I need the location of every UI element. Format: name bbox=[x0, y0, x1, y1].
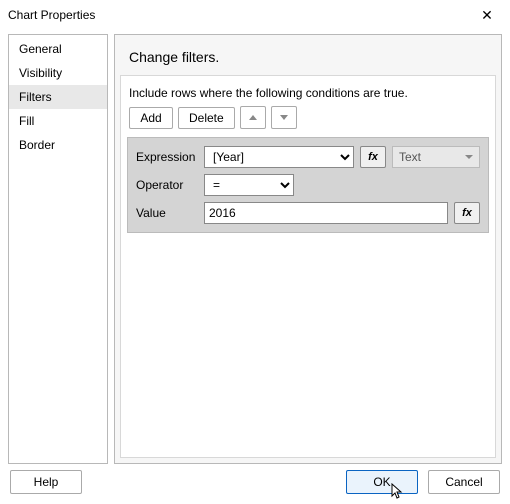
type-value: Text bbox=[399, 150, 421, 164]
cancel-button[interactable]: Cancel bbox=[428, 470, 500, 494]
help-button[interactable]: Help bbox=[10, 470, 82, 494]
value-fx-button[interactable]: fx bbox=[454, 202, 480, 224]
arrow-down-icon bbox=[280, 115, 288, 120]
filter-toolbar: Add Delete bbox=[121, 106, 495, 137]
operator-row: Operator = bbox=[136, 174, 480, 196]
operator-select[interactable]: = bbox=[204, 174, 294, 196]
move-down-button[interactable] bbox=[271, 106, 297, 129]
sidebar-item-fill[interactable]: Fill bbox=[9, 109, 107, 133]
ok-button[interactable]: OK bbox=[346, 470, 418, 494]
operator-label: Operator bbox=[136, 178, 198, 192]
close-icon[interactable]: ✕ bbox=[472, 0, 502, 30]
sidebar-item-filters[interactable]: Filters bbox=[9, 85, 107, 109]
panel-heading: Change filters. bbox=[115, 35, 501, 75]
type-dropdown[interactable]: Text bbox=[392, 146, 480, 168]
filter-form: Expression [Year] fx Text Operator = bbox=[127, 137, 489, 233]
ok-label: OK bbox=[373, 475, 390, 489]
value-input[interactable] bbox=[204, 202, 448, 224]
add-button[interactable]: Add bbox=[129, 107, 173, 129]
sidebar-item-general[interactable]: General bbox=[9, 37, 107, 61]
instruction-text: Include rows where the following conditi… bbox=[121, 76, 495, 106]
expression-row: Expression [Year] fx Text bbox=[136, 146, 480, 168]
window-title: Chart Properties bbox=[8, 8, 95, 22]
arrow-up-icon bbox=[249, 115, 257, 120]
sidebar: General Visibility Filters Fill Border bbox=[8, 34, 108, 464]
filter-area: Include rows where the following conditi… bbox=[120, 75, 496, 458]
value-label: Value bbox=[136, 206, 198, 220]
expression-label: Expression bbox=[136, 150, 198, 164]
empty-area bbox=[121, 233, 495, 457]
cursor-icon bbox=[391, 483, 405, 501]
expression-select[interactable]: [Year] bbox=[204, 146, 354, 168]
chevron-down-icon bbox=[465, 155, 473, 159]
dialog-footer: Help OK Cancel bbox=[0, 464, 510, 500]
move-up-button[interactable] bbox=[240, 106, 266, 129]
sidebar-item-border[interactable]: Border bbox=[9, 133, 107, 157]
dialog-content: General Visibility Filters Fill Border C… bbox=[0, 30, 510, 464]
main-panel: Change filters. Include rows where the f… bbox=[114, 34, 502, 464]
expression-fx-button[interactable]: fx bbox=[360, 146, 386, 168]
value-row: Value fx bbox=[136, 202, 480, 224]
delete-button[interactable]: Delete bbox=[178, 107, 235, 129]
sidebar-item-visibility[interactable]: Visibility bbox=[9, 61, 107, 85]
titlebar: Chart Properties ✕ bbox=[0, 0, 510, 30]
